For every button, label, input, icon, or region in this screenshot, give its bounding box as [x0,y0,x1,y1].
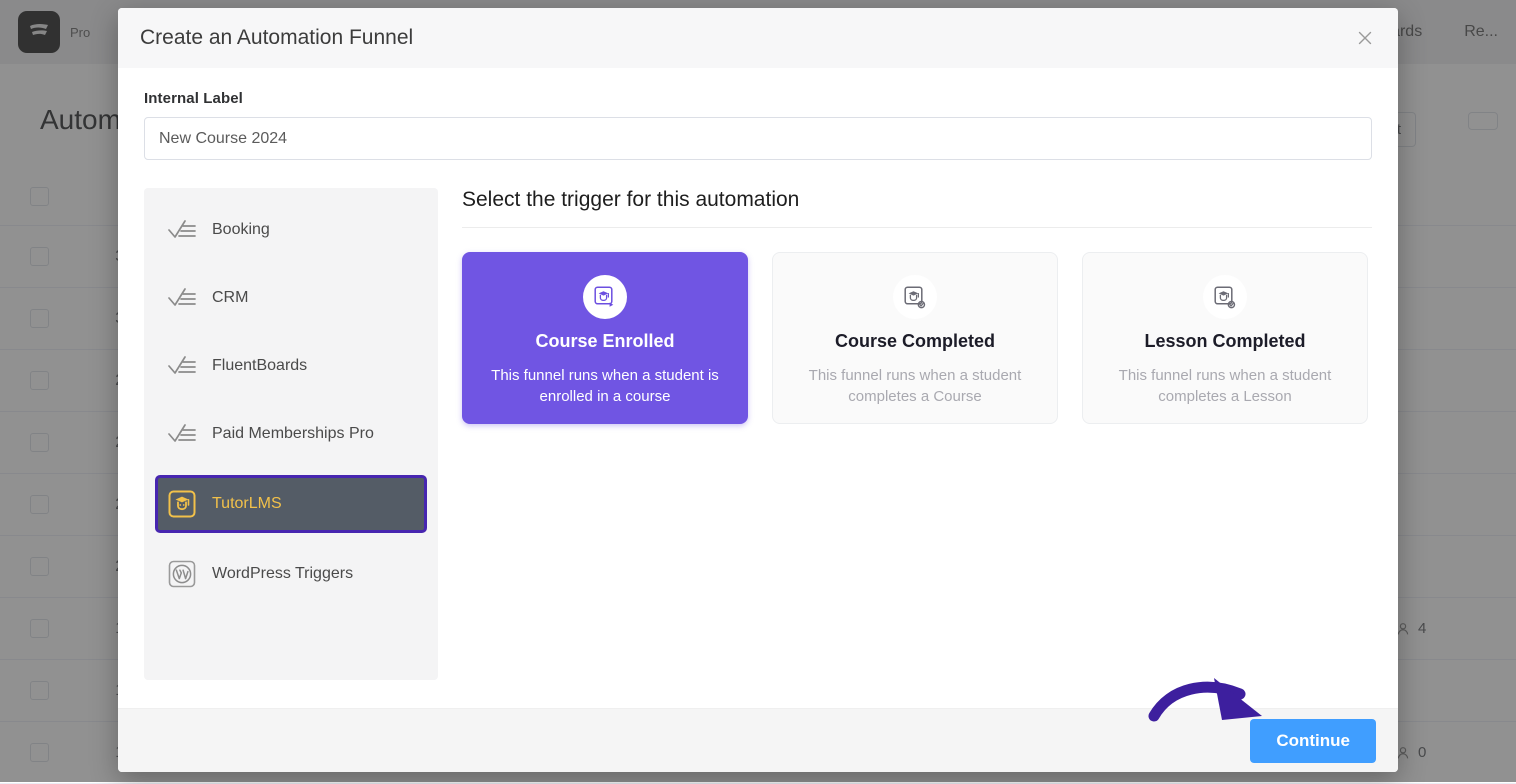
trigger-source-list: Booking CRM FluentBoards Paid Membership… [144,188,438,680]
course-enrolled-icon [583,275,627,319]
continue-button[interactable]: Continue [1250,719,1376,763]
trigger-panel-heading: Select the trigger for this automation [462,188,1372,228]
trigger-card-course-enrolled[interactable]: Course Enrolled This funnel runs when a … [462,252,748,424]
modal-title: Create an Automation Funnel [140,26,413,50]
trigger-card-title: Lesson Completed [1144,331,1305,352]
lesson-completed-icon [1203,275,1247,319]
trigger-card-title: Course Completed [835,331,995,352]
source-item-tutorlms[interactable]: TutorLMS [155,475,427,533]
trigger-card-description: This funnel runs when a student complete… [773,365,1057,407]
source-item-label: Paid Memberships Pro [212,425,374,443]
modal-header: Create an Automation Funnel [118,8,1398,68]
internal-label-input[interactable] [144,117,1372,160]
trigger-card-course-completed[interactable]: Course Completed This funnel runs when a… [772,252,1058,424]
modal-split-layout: Booking CRM FluentBoards Paid Membership… [144,188,1372,680]
wordpress-icon [166,558,198,590]
source-item-paid-memberships-pro[interactable]: Paid Memberships Pro [158,410,424,458]
source-item-label: TutorLMS [212,495,282,513]
tutorlms-icon [166,488,198,520]
trigger-card-title: Course Enrolled [535,331,674,352]
source-item-label: WordPress Triggers [212,565,353,583]
create-automation-funnel-modal: Create an Automation Funnel Internal Lab… [118,8,1398,772]
trigger-card-description: This funnel runs when a student complete… [1083,365,1367,407]
source-item-fluentboards[interactable]: FluentBoards [158,342,424,390]
source-item-label: CRM [212,289,248,307]
close-icon[interactable] [1352,25,1378,51]
modal-body: Internal Label Booking CRM FluentBoards … [118,68,1398,708]
modal-footer: Continue [118,708,1398,772]
trigger-card-lesson-completed[interactable]: Lesson Completed This funnel runs when a… [1082,252,1368,424]
source-item-wordpress-triggers[interactable]: WordPress Triggers [158,550,424,598]
trigger-card-description: This funnel runs when a student is enrol… [463,365,747,407]
checklist-icon [166,282,198,314]
source-item-label: Booking [212,221,270,239]
source-item-booking[interactable]: Booking [158,206,424,254]
source-item-label: FluentBoards [212,357,307,375]
checklist-icon [166,418,198,450]
course-completed-icon [893,275,937,319]
internal-label-label: Internal Label [144,90,1372,107]
checklist-icon [166,214,198,246]
trigger-panel: Select the trigger for this automation C… [462,188,1372,680]
trigger-card-grid: Course Enrolled This funnel runs when a … [462,252,1372,424]
checklist-icon [166,350,198,382]
source-item-crm[interactable]: CRM [158,274,424,322]
